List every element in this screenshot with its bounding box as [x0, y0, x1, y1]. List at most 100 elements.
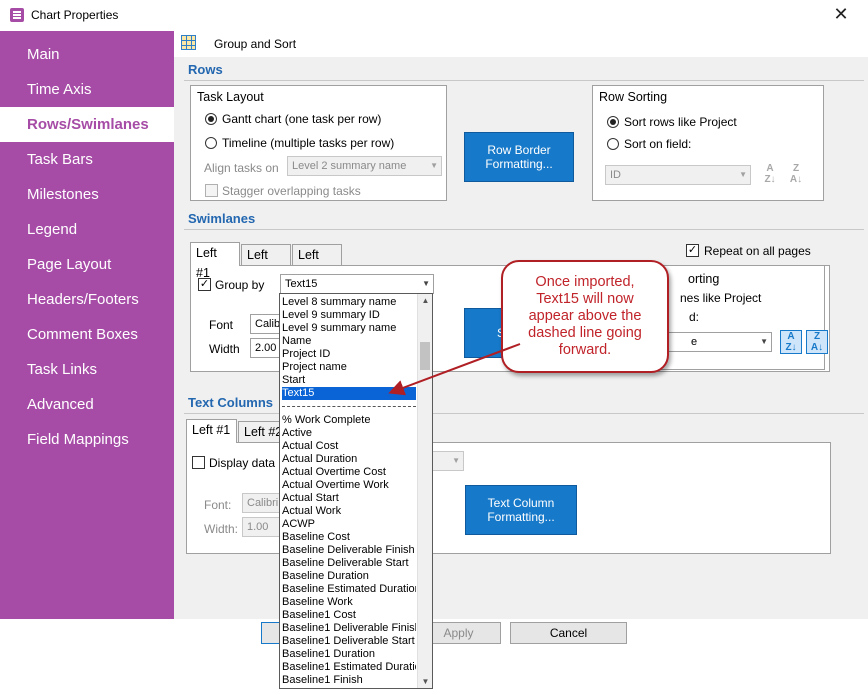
dropdown-option[interactable]: Baseline1 Duration	[282, 648, 416, 661]
dropdown-option[interactable]: Baseline Deliverable Finish	[282, 544, 416, 557]
scroll-down-icon[interactable]: ▼	[418, 677, 432, 686]
dropdown-option[interactable]: Level 9 summary ID	[282, 309, 416, 322]
dropdown-separator	[282, 406, 416, 407]
dropdown-option[interactable]: Baseline Cost	[282, 531, 416, 544]
dropdown-option[interactable]: Actual Cost	[282, 440, 416, 453]
textcol-font-combo[interactable]: Calibri	[242, 493, 282, 513]
chevron-down-icon: ▼	[422, 279, 430, 288]
textcol-width-label: Width:	[204, 522, 239, 536]
sidebar-item-time-axis[interactable]: Time Axis	[0, 72, 174, 107]
group-and-sort-tab[interactable]: Group and Sort	[174, 31, 868, 57]
gantt-radio[interactable]	[205, 113, 217, 125]
dropdown-option[interactable]: Baseline1 Deliverable Start	[282, 635, 416, 648]
callout-line: dashed line going	[528, 325, 642, 341]
task-layout-group: Task Layout Gantt chart (one task per ro…	[190, 85, 447, 201]
swimlane-tab-left2[interactable]: Left #2	[241, 244, 291, 282]
scroll-up-icon[interactable]: ▲	[418, 296, 432, 305]
sidebar-item-main[interactable]: Main	[0, 37, 174, 72]
group-by-dropdown-list[interactable]: Level 8 summary name Level 9 summary ID Le…	[279, 293, 433, 689]
cancel-button[interactable]: Cancel	[510, 622, 627, 644]
dropdown-option[interactable]: Actual Start	[282, 492, 416, 505]
stagger-label: Stagger overlapping tasks	[222, 184, 361, 198]
dropdown-option[interactable]: Project ID	[282, 348, 416, 361]
dropdown-option[interactable]: Level 9 summary name	[282, 322, 416, 335]
dropdown-option[interactable]: Actual Overtime Cost	[282, 466, 416, 479]
group-and-sort-label: Group and Sort	[214, 37, 297, 51]
annotation-callout: Once imported, Text15 will now appear ab…	[501, 260, 669, 373]
dropdown-option[interactable]: Baseline Work	[282, 596, 416, 609]
dropdown-option[interactable]: Baseline Deliverable Start	[282, 557, 416, 570]
sidebar-item-comment-boxes[interactable]: Comment Boxes	[0, 317, 174, 352]
display-data-checkbox[interactable]	[192, 456, 205, 469]
sort-like-project-radio[interactable]	[607, 116, 619, 128]
dropdown-option[interactable]: Baseline1 Deliverable Finish	[282, 622, 416, 635]
sidebar-item-headers-footers[interactable]: Headers/Footers	[0, 282, 174, 317]
dropdown-option[interactable]: Name	[282, 335, 416, 348]
chevron-down-icon: ▼	[452, 456, 460, 465]
rows-header: Rows	[188, 62, 223, 77]
sort-field-value: ID	[610, 169, 621, 181]
align-tasks-combo[interactable]: Level 2 summary name ▼	[287, 156, 442, 176]
rows-divider	[184, 80, 864, 81]
group-by-combo[interactable]: Text15 ▼	[280, 274, 434, 294]
sort-field-combo[interactable]: ID ▼	[605, 165, 751, 185]
dropdown-option[interactable]: Text15	[282, 387, 416, 400]
sort-descending-icon[interactable]: Z A↓	[806, 330, 828, 354]
sort-on-field-label: Sort on field:	[624, 137, 692, 151]
sidebar-item-advanced[interactable]: Advanced	[0, 387, 174, 422]
dropdown-option[interactable]: Project name	[282, 361, 416, 374]
dropdown-option[interactable]: Baseline Duration	[282, 570, 416, 583]
align-tasks-label: Align tasks on	[204, 161, 279, 175]
row-sorting-group: Row Sorting Sort rows like Project Sort …	[592, 85, 824, 201]
sort-ascending-icon[interactable]: A Z↓	[759, 163, 781, 187]
chevron-down-icon: ▼	[760, 337, 768, 346]
sidebar-item-rows-swimlanes[interactable]: Rows/Swimlanes	[0, 107, 174, 142]
chart-properties-window: Chart Properties ✕ Main Time Axis Rows/Swi…	[0, 0, 868, 695]
sidebar-item-page-layout[interactable]: Page Layout	[0, 247, 174, 282]
swimlane-tab-left1[interactable]: Left #1	[190, 242, 240, 280]
dropdown-option[interactable]: Actual Overtime Work	[282, 479, 416, 492]
callout-line: appear above the	[528, 308, 642, 324]
textcol-tab-left1[interactable]: Left #1	[186, 419, 237, 443]
dropdown-option[interactable]: Start	[282, 374, 416, 387]
ok-button[interactable]	[261, 622, 281, 644]
dropdown-option[interactable]: Actual Duration	[282, 453, 416, 466]
dropdown-option[interactable]: Active	[282, 427, 416, 440]
align-tasks-value: Level 2 summary name	[292, 160, 407, 172]
swimlanes-divider	[184, 229, 864, 230]
sidebar-item-legend[interactable]: Legend	[0, 212, 174, 247]
dropdown-option[interactable]: % Work Complete	[282, 414, 416, 427]
window-title: Chart Properties	[31, 8, 119, 22]
chevron-down-icon: ▼	[430, 161, 438, 170]
sort-like-project-label: Sort rows like Project	[624, 115, 737, 129]
row-border-formatting-button[interactable]: Row Border Formatting...	[464, 132, 574, 182]
sort-on-field-radio[interactable]	[607, 138, 619, 150]
stagger-checkbox[interactable]	[205, 184, 218, 197]
sort-descending-icon[interactable]: Z A↓	[785, 163, 807, 187]
sidebar-item-task-bars[interactable]: Task Bars	[0, 142, 174, 177]
swimlane-tab-left3[interactable]: Left #3	[292, 244, 342, 282]
scrollbar-thumb[interactable]	[420, 342, 430, 370]
textcol-width-field[interactable]: 1.00	[242, 517, 282, 537]
repeat-checkbox[interactable]: ✓	[686, 244, 699, 257]
dropdown-option[interactable]: Actual Work	[282, 505, 416, 518]
dropdown-option[interactable]: Baseline Estimated Duration	[282, 583, 416, 596]
text-column-formatting-button[interactable]: Text Column Formatting...	[465, 485, 577, 535]
sort-ascending-icon[interactable]: A Z↓	[780, 330, 802, 354]
dropdown-option[interactable]: Level 8 summary name	[282, 296, 416, 309]
swimlane-field-combo[interactable]: e ▼	[668, 332, 772, 352]
dropdown-option[interactable]: Baseline1 Cost	[282, 609, 416, 622]
sidebar-item-task-links[interactable]: Task Links	[0, 352, 174, 387]
task-layout-title: Task Layout	[197, 90, 264, 104]
dropdown-option[interactable]: ACWP	[282, 518, 416, 531]
title-bar: Chart Properties ✕	[0, 0, 868, 31]
text-columns-header: Text Columns	[188, 395, 273, 410]
app-icon	[10, 8, 24, 22]
dropdown-option[interactable]: Baseline1 Estimated Duratio	[282, 661, 416, 674]
dropdown-scrollbar[interactable]: ▲ ▼	[417, 294, 432, 688]
sidebar-item-milestones[interactable]: Milestones	[0, 177, 174, 212]
close-icon[interactable]: ✕	[828, 4, 854, 26]
dropdown-option[interactable]: Baseline1 Finish	[282, 674, 416, 687]
sidebar-item-field-mappings[interactable]: Field Mappings	[0, 422, 174, 457]
timeline-radio[interactable]	[205, 137, 217, 149]
